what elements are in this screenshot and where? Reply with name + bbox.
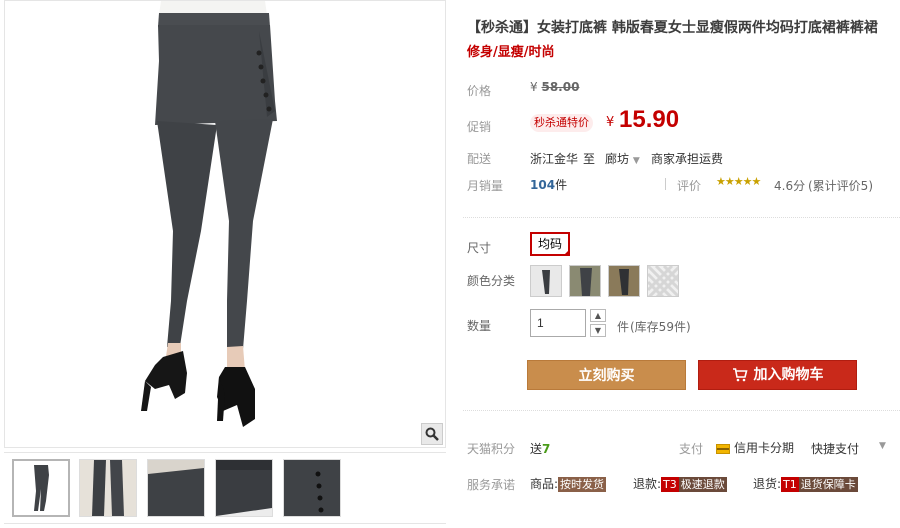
service-goods: 商品: 按时发货 xyxy=(530,475,607,492)
points-label: 天猫积分 xyxy=(467,442,516,456)
sales-label: 月销量 xyxy=(467,179,504,193)
thumbnail-1[interactable] xyxy=(12,459,70,517)
main-product-image[interactable] xyxy=(4,0,446,448)
sales-count-wrap: 104件 xyxy=(530,176,567,193)
divider xyxy=(665,178,666,190)
sales-unit: 件 xyxy=(555,178,568,192)
points-value: 送7 xyxy=(530,440,550,457)
delivery-to-word: 至 xyxy=(583,152,596,166)
points-give: 送 xyxy=(530,442,543,456)
thumbnail-2[interactable] xyxy=(79,459,137,517)
chevron-down-icon[interactable]: ▼ xyxy=(879,441,886,451)
delivery-to-select[interactable]: 廊坊 ▼ xyxy=(605,150,640,167)
delivery-label: 配送 xyxy=(467,152,492,166)
credit-installment[interactable]: 信用卡分期 xyxy=(716,439,794,456)
pay-label: 支付 xyxy=(679,442,704,456)
service-refund-tag1[interactable]: T3 xyxy=(661,477,679,492)
quick-pay[interactable]: 快捷支付 xyxy=(811,440,859,457)
service-return-tag1[interactable]: T1 xyxy=(781,477,799,492)
rating-label: 评价 xyxy=(677,179,702,193)
qty-label: 数量 xyxy=(467,319,492,333)
currency-symbol: ¥ xyxy=(530,80,538,94)
buy-now-button[interactable]: 立刻购买 xyxy=(527,360,686,390)
original-price-value: 58.00 xyxy=(541,80,580,94)
color-swatch-4[interactable] xyxy=(647,265,679,297)
promo-price: 15.90 xyxy=(619,106,680,133)
add-to-cart-button[interactable]: 加入购物车 xyxy=(698,360,857,390)
sales-count: 104 xyxy=(530,178,556,192)
color-swatch-3[interactable] xyxy=(608,265,640,297)
thumbnail-strip xyxy=(4,452,446,524)
cart-icon xyxy=(732,368,748,382)
thumbnail-5[interactable] xyxy=(283,459,341,517)
delivery-from: 浙江金华 xyxy=(530,152,579,166)
star-icon: ★★★★★ xyxy=(716,175,761,188)
promo-tag: 秒杀通特价 xyxy=(530,114,593,132)
promo-label: 促销 xyxy=(467,120,492,134)
review-link[interactable]: (累计评价5) xyxy=(808,177,873,194)
original-price: ¥ 58.00 xyxy=(530,80,579,94)
add-to-cart-label: 加入购物车 xyxy=(753,367,824,383)
service-label: 服务承诺 xyxy=(467,478,516,492)
color-label: 颜色分类 xyxy=(467,274,516,288)
size-option-selected[interactable]: 均码 xyxy=(530,232,571,256)
down-arrow-icon[interactable]: ▼ xyxy=(590,324,606,337)
product-info-panel: 【秒杀通】女装打底裤 韩版春夏女士显瘦假两件均码打底裙裤裤裙 修身/显瘦/时尚 … xyxy=(463,0,900,528)
thumbnail-4[interactable] xyxy=(215,459,273,517)
zoom-icon[interactable] xyxy=(421,423,443,445)
delivery-to: 廊坊 xyxy=(605,152,630,166)
thumbnail-3[interactable] xyxy=(147,459,205,517)
leggings-photo xyxy=(141,1,277,427)
service-refund-label: 退款: xyxy=(633,477,662,491)
qty-unit: 件 xyxy=(617,320,630,334)
promo-currency: ¥ xyxy=(606,115,615,130)
color-swatch-2[interactable] xyxy=(569,265,601,297)
color-swatch-1[interactable] xyxy=(530,265,562,297)
up-arrow-icon[interactable]: ▲ xyxy=(590,309,606,322)
service-refund: 退款: T3 极速退款 xyxy=(633,475,727,492)
divider xyxy=(463,410,900,411)
points-number: 7 xyxy=(542,442,551,456)
product-subtitle: 修身/显瘦/时尚 xyxy=(467,45,555,60)
price-label: 价格 xyxy=(467,84,492,98)
service-goods-label: 商品: xyxy=(530,477,559,491)
credit-card-icon xyxy=(716,443,730,454)
divider xyxy=(463,217,900,218)
chevron-down-icon: ▼ xyxy=(632,156,640,166)
product-title: 【秒杀通】女装打底裤 韩版春夏女士显瘦假两件均码打底裙裤裤裙 xyxy=(467,20,878,36)
stock-text: (库存59件) xyxy=(630,320,691,334)
service-return-tag2[interactable]: 退货保障卡 xyxy=(798,477,858,492)
service-refund-tag2[interactable]: 极速退款 xyxy=(678,477,727,492)
credit-label: 信用卡分期 xyxy=(734,441,795,455)
delivery-fee: 商家承担运费 xyxy=(651,152,724,166)
size-option-label: 均码 xyxy=(538,237,563,251)
service-goods-tag[interactable]: 按时发货 xyxy=(558,477,607,492)
service-return: 退货: T1 退货保障卡 xyxy=(753,475,858,492)
selected-check-icon xyxy=(563,249,571,256)
size-label: 尺寸 xyxy=(467,241,492,255)
service-return-label: 退货: xyxy=(753,477,782,491)
rating-score: 4.6分 xyxy=(774,179,806,193)
quantity-input[interactable] xyxy=(530,309,586,337)
image-gallery xyxy=(0,0,450,528)
